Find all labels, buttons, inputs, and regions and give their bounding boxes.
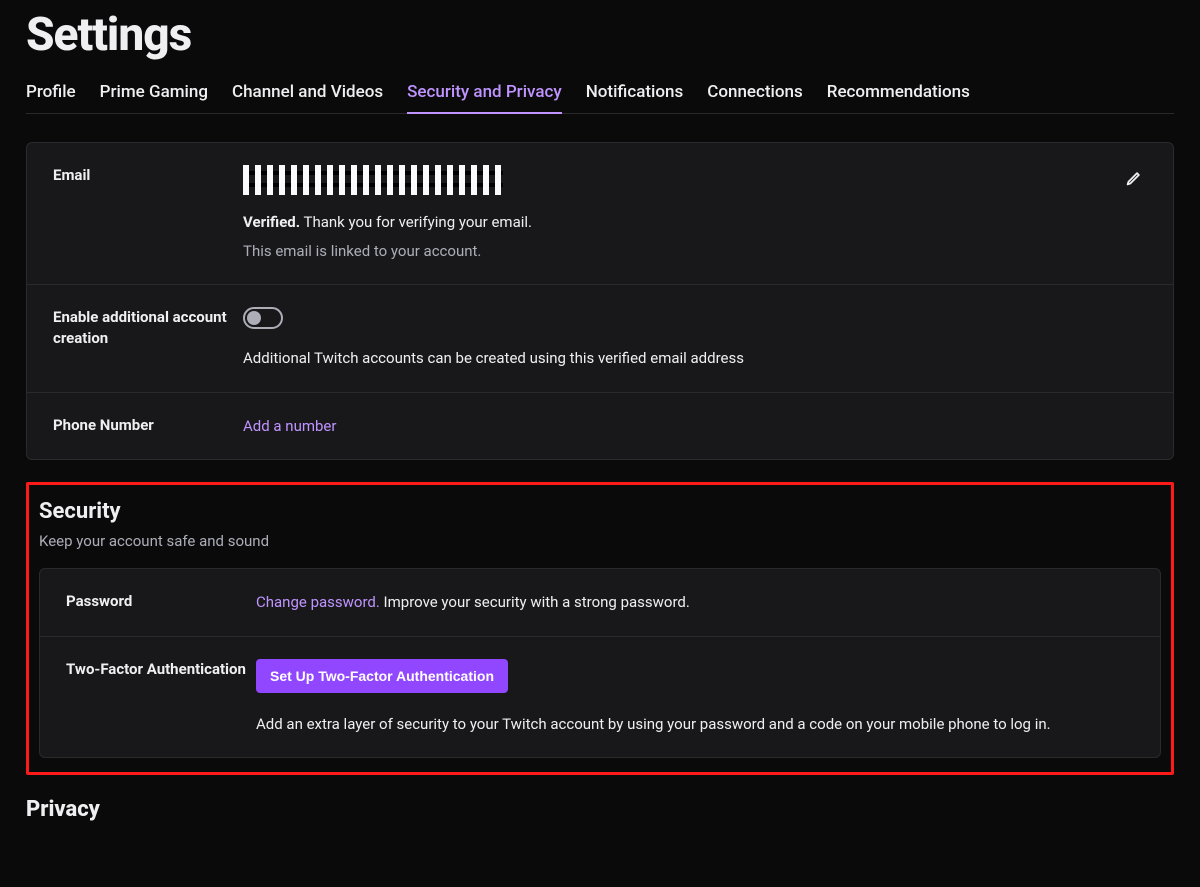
enable-additional-desc: Additional Twitch accounts can be create… [243,347,1107,370]
tab-recommendations[interactable]: Recommendations [827,76,970,113]
email-verified-text: Thank you for verifying your email. [300,213,532,231]
security-highlight-box: Security Keep your account safe and soun… [26,482,1174,775]
twofa-label: Two-Factor Authentication [66,659,256,736]
security-card: Password Change password. Improve your s… [39,568,1161,758]
tab-connections[interactable]: Connections [707,76,803,113]
page-title: Settings [26,8,1174,62]
phone-row: Phone Number Add a number [27,392,1173,460]
enable-additional-row: Enable additional account creation Addit… [27,284,1173,392]
tab-notifications[interactable]: Notifications [586,76,684,113]
twofa-row: Two-Factor Authentication Set Up Two-Fac… [40,636,1160,758]
security-heading: Security [39,499,1161,524]
setup-twofa-button[interactable]: Set Up Two-Factor Authentication [256,659,508,693]
pencil-icon [1124,170,1142,188]
tab-profile[interactable]: Profile [26,76,76,113]
email-verified-strong: Verified. [243,213,300,231]
settings-tabs: Profile Prime Gaming Channel and Videos … [26,76,1174,114]
privacy-heading: Privacy [26,797,1174,822]
phone-label: Phone Number [53,415,243,438]
email-row: Email Verified. Thank you for verifying … [27,143,1173,284]
email-linked-text: This email is linked to your account. [243,240,1107,263]
enable-additional-toggle[interactable] [243,307,283,329]
email-label: Email [53,165,243,262]
add-phone-link[interactable]: Add a number [243,415,1107,438]
change-password-link[interactable]: Change password. [256,593,380,611]
contact-card: Email Verified. Thank you for verifying … [26,142,1174,460]
security-subheading: Keep your account safe and sound [39,532,1161,550]
edit-email-button[interactable] [1119,165,1147,193]
tab-channel-videos[interactable]: Channel and Videos [232,76,383,113]
password-label: Password [66,591,256,614]
tab-security-privacy[interactable]: Security and Privacy [407,76,562,114]
twofa-desc: Add an extra layer of security to your T… [256,713,1134,736]
password-row: Password Change password. Improve your s… [40,569,1160,636]
email-value-redacted [243,165,503,195]
enable-additional-label: Enable additional account creation [53,307,243,370]
password-desc: Improve your security with a strong pass… [380,593,690,611]
tab-prime-gaming[interactable]: Prime Gaming [100,76,208,113]
